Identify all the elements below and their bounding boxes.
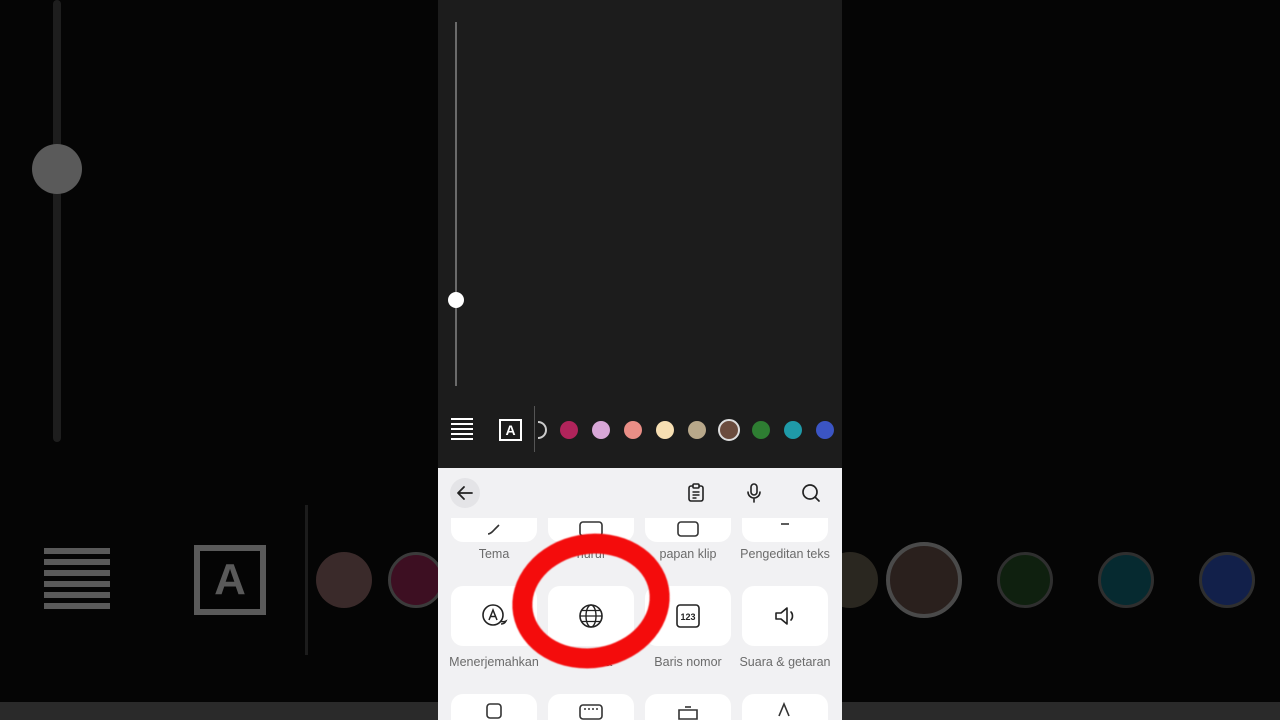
color-swatch[interactable] (624, 421, 642, 439)
theme-icon (487, 524, 500, 535)
text-size-icon (778, 702, 790, 717)
blurred-background-right (842, 0, 1280, 720)
blurred-bottom-strip (842, 702, 1280, 720)
settings-icon (486, 703, 502, 719)
tile-label: Pengeditan teks (740, 547, 830, 561)
tile-pengeditan-teks[interactable] (742, 518, 828, 542)
blurred-color-dot (388, 552, 438, 608)
color-swatch[interactable] (656, 421, 674, 439)
tile-tema[interactable] (451, 518, 537, 542)
keyboard-toolbar (438, 468, 842, 518)
tile-label: Tema (478, 547, 510, 561)
tile-row3-3[interactable] (645, 694, 731, 720)
blurred-font-icon: A (194, 545, 266, 615)
blurred-color-dot (316, 552, 372, 608)
number-row-icon: 123 (676, 604, 700, 628)
voice-input-button[interactable] (739, 478, 769, 508)
color-swatch[interactable] (560, 421, 578, 439)
tile-row3-2[interactable] (548, 694, 634, 720)
blurred-color-dot (1098, 552, 1154, 608)
color-swatch[interactable] (688, 421, 706, 439)
tile-row3-4[interactable] (742, 694, 828, 720)
blurred-color-dot (1199, 552, 1255, 608)
blurred-separator (305, 505, 308, 655)
blurred-color-dot (886, 542, 962, 618)
blurred-slider-track (53, 0, 61, 442)
keyboard-icon (579, 704, 603, 720)
tile-label: Suara & getaran (739, 655, 831, 669)
tile-papan-klip[interactable] (645, 518, 731, 542)
microphone-icon (747, 483, 761, 503)
speaker-icon (775, 607, 794, 625)
toolbar-icon (678, 706, 698, 720)
translate-icon (482, 604, 508, 626)
tile-suara-getaran[interactable] (742, 586, 828, 646)
search-button[interactable] (796, 478, 826, 508)
tile-label: Menerjemahkan (449, 655, 539, 669)
video-frame: A A Tema huruf papan klip Pengeditan tek… (0, 0, 1280, 720)
blurred-align-icon (44, 548, 110, 612)
clipboard-button[interactable] (681, 478, 711, 508)
color-swatch-partial[interactable] (538, 421, 547, 439)
tile-row3-1[interactable] (451, 694, 537, 720)
svg-text:123: 123 (680, 612, 695, 622)
toolbar-separator (534, 406, 535, 452)
color-swatch[interactable] (816, 421, 834, 439)
blurred-bottom-strip (0, 702, 438, 720)
font-box-icon[interactable]: A (499, 419, 522, 441)
blurred-color-dot (997, 552, 1053, 608)
color-swatch[interactable] (784, 421, 802, 439)
back-button[interactable] (450, 478, 480, 508)
blurred-color-dot (842, 552, 878, 608)
text-edit-icon (781, 523, 789, 525)
clipboard-icon (688, 483, 704, 502)
blurred-background-left: A (0, 0, 438, 720)
align-justify-icon[interactable] (451, 418, 473, 440)
blurred-slider-knob (32, 144, 82, 194)
color-swatch-selected[interactable] (718, 419, 740, 441)
color-swatch[interactable] (752, 421, 770, 439)
clipboard-icon (677, 521, 699, 537)
font-size-slider-track[interactable] (455, 22, 457, 386)
back-arrow-icon (457, 486, 473, 500)
font-size-slider-handle[interactable] (448, 292, 464, 308)
search-icon (802, 484, 820, 502)
tile-label: Baris nomor (654, 655, 722, 669)
color-swatch[interactable] (592, 421, 610, 439)
